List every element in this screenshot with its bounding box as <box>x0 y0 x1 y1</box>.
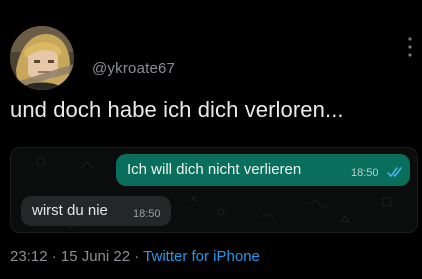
tweet: @ykroate67 und doch habe ich dich verlor… <box>0 0 422 279</box>
chat-screenshot[interactable]: Ich will dich nicht verlieren 18:50 wirs… <box>10 147 418 233</box>
incoming-message-bubble[interactable]: wirst du nie 18:50 <box>21 196 171 226</box>
outgoing-message-bubble[interactable]: Ich will dich nicht verlieren 18:50 <box>116 154 410 186</box>
incoming-message-time: 18:50 <box>133 208 161 220</box>
incoming-message-text: wirst du nie <box>32 202 108 219</box>
tweet-meta: 23:12 · 15 Juni 22 · Twitter for iPhone <box>10 248 260 265</box>
tweet-source-link[interactable]: Twitter for iPhone <box>143 248 260 265</box>
tweet-text: und doch habe ich dich verloren... <box>10 97 344 122</box>
more-options-icon[interactable] <box>407 36 413 58</box>
user-handle[interactable]: @ykroate67 <box>92 60 175 77</box>
tweet-timestamp[interactable]: 23:12 · 15 Juni 22 · <box>10 248 143 265</box>
double-check-icon <box>387 167 402 178</box>
outgoing-message-text: Ich will dich nicht verlieren <box>127 161 302 178</box>
avatar[interactable] <box>10 26 74 90</box>
outgoing-message-time: 18:50 <box>351 167 379 179</box>
